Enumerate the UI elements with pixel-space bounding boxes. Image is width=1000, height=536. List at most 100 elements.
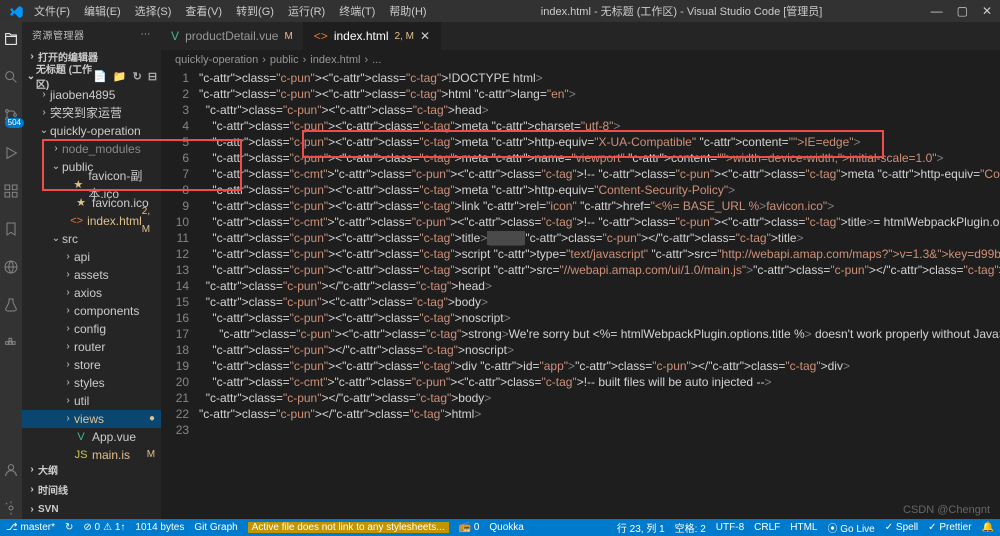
sb-golive[interactable]: ⦿ Go Live [828,520,875,535]
maximize-icon[interactable]: ▢ [957,4,968,18]
tree-folder[interactable]: ⌄src [22,230,161,248]
code-line[interactable]: "c-attr">class="c-pun"><"c-attr">class="… [199,118,1000,134]
code-line[interactable]: "c-attr">class="c-pun"><"c-attr">class="… [199,262,1000,278]
tree-folder[interactable]: ›components [22,302,161,320]
tree-folder[interactable]: ›views● [22,410,161,428]
code-line[interactable]: "c-attr">class="c-pun"></"c-attr">class=… [199,342,1000,358]
minimize-icon[interactable]: — [931,4,943,18]
sidebar-more-icon[interactable]: ⋯ [141,29,152,40]
source-control-icon[interactable]: 504 [0,104,22,126]
section-timeline[interactable]: ›时间线 [22,479,161,499]
tree-folder[interactable]: ›util [22,392,161,410]
new-file-icon[interactable]: 📄 [93,70,107,83]
sb-gitgraph[interactable]: Git Graph [194,522,237,533]
tree-folder[interactable]: ›assets [22,266,161,284]
breadcrumb-item[interactable]: quickly-operation [175,54,258,66]
code-line[interactable]: "c-attr">class="c-pun"><"c-attr">class="… [199,102,1000,118]
bookmark-icon[interactable] [0,218,22,240]
code-line[interactable]: "c-attr">class="c-pun"></"c-attr">class=… [199,390,1000,406]
code-line[interactable]: "c-attr">class="c-pun"></"c-attr">class=… [199,406,1000,422]
code-line[interactable]: "c-attr">class="c-cmt">"c-attr">class="c… [199,214,1000,230]
sb-eol[interactable]: CRLF [754,522,780,533]
run-debug-icon[interactable] [0,142,22,164]
tree-folder[interactable]: ›router [22,338,161,356]
code-line[interactable]: "c-attr">class="c-pun"><"c-attr">class="… [199,134,1000,150]
code-line[interactable]: "c-attr">class="c-pun"><"c-attr">class="… [199,326,1000,342]
breadcrumb-item[interactable]: public [270,54,299,66]
code-line[interactable]: "c-attr">class="c-pun"><"c-attr">class="… [199,182,1000,198]
breadcrumb[interactable]: quickly-operation›public›index.html›... [161,50,1000,70]
tree-folder[interactable]: ›api [22,248,161,266]
close-icon[interactable]: ✕ [982,4,992,18]
sb-radio[interactable]: 📻 0 [459,522,480,533]
new-folder-icon[interactable]: 📁 [113,70,127,83]
section-outline[interactable]: ›大纲 [22,459,161,479]
sb-spaces[interactable]: 空格: 2 [675,520,706,535]
explorer-icon[interactable] [0,28,22,50]
code-line[interactable]: "c-attr">class="c-pun"><"c-attr">class="… [199,230,1000,246]
code-line[interactable]: "c-attr">class="c-cmt">"c-attr">class="c… [199,374,1000,390]
tab-close-icon[interactable]: ✕ [420,29,430,43]
code-line[interactable]: "c-attr">class="c-pun"></"c-attr">class=… [199,278,1000,294]
menu-item[interactable]: 运行(R) [282,1,331,21]
code-line[interactable]: "c-attr">class="c-pun"><"c-attr">class="… [199,246,1000,262]
tree-folder[interactable]: ›config [22,320,161,338]
collapse-icon[interactable]: ⊟ [148,70,157,83]
code-line[interactable]: "c-attr">class="c-pun"><"c-attr">class="… [199,86,1000,102]
sb-prettier[interactable]: ✓ Prettier [928,522,971,533]
menu-item[interactable]: 终端(T) [333,1,381,21]
breadcrumb-item[interactable]: ... [372,54,381,66]
code-line[interactable]: "c-attr">class="c-pun"><"c-attr">class="… [199,198,1000,214]
sb-language[interactable]: HTML [790,522,817,533]
tree-file[interactable]: ★favicon-副本.ico [22,176,161,194]
code-line[interactable] [199,422,1000,438]
code-line[interactable]: "c-attr">class="c-pun"><"c-attr">class="… [199,358,1000,374]
tree-file[interactable]: VApp.vue [22,428,161,446]
sb-cursor[interactable]: 行 23, 列 1 [617,520,665,535]
editor-tab[interactable]: <>index.html2, M✕ [304,22,441,50]
tree-folder[interactable]: ⌄quickly-operation [22,122,161,140]
tree-file[interactable]: JSmain.jsM [22,446,161,459]
remote-icon[interactable] [0,256,22,278]
extensions-icon[interactable] [0,180,22,202]
tree-file[interactable]: ★favicon.ico [22,194,161,212]
sb-sync[interactable]: ↻ [65,522,73,533]
sb-branch[interactable]: ⎇ master* [6,522,55,533]
code-line[interactable]: "c-attr">class="c-pun"><"c-attr">class="… [199,310,1000,326]
code-line[interactable]: "c-attr">class="c-pun"><"c-attr">class="… [199,150,1000,166]
sb-problems[interactable]: ⊘ 0 ⚠ 1↑ [83,522,125,533]
menu-item[interactable]: 帮助(H) [383,1,432,21]
code-editor[interactable]: 1234567891011121314151617181920212223 "c… [161,70,1000,519]
search-icon[interactable] [0,66,22,88]
code-lines[interactable]: "c-attr">class="c-pun"><"c-attr">class="… [199,70,1000,519]
tree-folder[interactable]: ›styles [22,374,161,392]
sb-encoding[interactable]: UTF-8 [716,522,744,533]
breadcrumb-item[interactable]: index.html [310,54,360,66]
menu-item[interactable]: 选择(S) [129,1,178,21]
tree-folder[interactable]: ›axios [22,284,161,302]
tree-folder[interactable]: ›store [22,356,161,374]
code-line[interactable]: "c-attr">class="c-cmt">"c-attr">class="c… [199,166,1000,182]
sb-quokka[interactable]: Quokka [489,522,523,533]
sb-spell[interactable]: ✓ Spell [885,522,918,533]
menu-item[interactable]: 转到(G) [230,1,280,21]
tree-folder[interactable]: ›突突到家运营 [22,104,161,122]
sb-bell-icon[interactable]: 🔔 [982,522,994,533]
sb-css-warning[interactable]: Active file does not link to any stylesh… [248,522,449,533]
tree-folder[interactable]: ›node_modules [22,140,161,158]
docker-icon[interactable] [0,332,22,354]
testing-icon[interactable] [0,294,22,316]
menu-item[interactable]: 查看(V) [179,1,228,21]
code-line[interactable]: "c-attr">class="c-pun"><"c-attr">class="… [199,294,1000,310]
menu-item[interactable]: 编辑(E) [78,1,127,21]
menu-item[interactable]: 文件(F) [28,1,76,21]
settings-gear-icon[interactable] [0,497,22,519]
section-svn[interactable]: ›SVN [22,499,161,519]
sb-filesize[interactable]: 1014 bytes [135,522,184,533]
tree-folder[interactable]: ›jiaoben4895 [22,86,161,104]
tree-file[interactable]: <>index.html2, M [22,212,161,230]
editor-tab[interactable]: VproductDetail.vueM [161,22,304,50]
account-icon[interactable] [0,459,22,481]
section-workspace[interactable]: ⌄无标题 (工作区) 📄 📁 ↻ ⊟ [22,66,161,86]
code-line[interactable]: "c-attr">class="c-pun"><"c-attr">class="… [199,70,1000,86]
